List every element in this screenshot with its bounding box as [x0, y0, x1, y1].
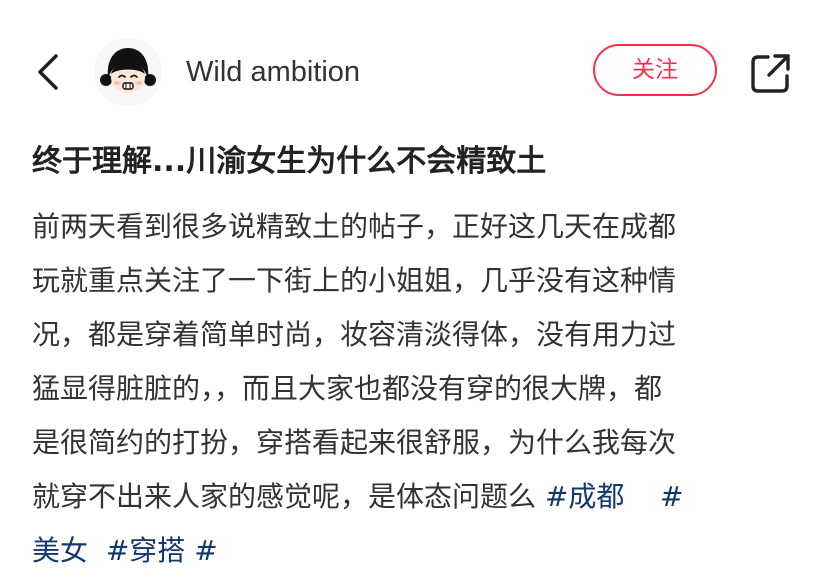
hashtag-chengdu[interactable]: #成都 — [545, 480, 624, 513]
hashtag-mark[interactable]: # — [660, 480, 683, 513]
post-body-line: 玩就重点关注了一下街上的小姐姐，几乎没有这种情 — [32, 264, 677, 297]
share-button[interactable] — [748, 50, 794, 96]
back-button[interactable] — [28, 50, 72, 94]
post-tags-line: 美女 #穿搭 # — [32, 524, 802, 578]
post-title: 终于理解...川渝女生为什么不会精致土 — [32, 144, 547, 179]
post-body-line: 前两天看到很多说精致土的帖子，正好这几天在成都 — [32, 210, 677, 243]
post-body-line: 况，都是穿着简单时尚，妆容清淡得体，没有用力过 — [32, 318, 677, 351]
hashtag-meinv[interactable]: 美女 — [32, 534, 88, 567]
post-header: Wild ambition 关注 — [0, 0, 828, 140]
post-body: 前两天看到很多说精致土的帖子，正好这几天在成都 玩就重点关注了一下街上的小姐姐，… — [32, 200, 802, 578]
post-body-line: 是很简约的打扮，穿搭看起来很舒服，为什么我每次 — [32, 426, 677, 459]
chevron-left-icon — [38, 54, 58, 90]
avatar[interactable] — [94, 38, 162, 106]
post-body-line-with-tag: 就穿不出来人家的感觉呢，是体态问题么 #成都 # — [32, 470, 802, 524]
post-body-text: 就穿不出来人家的感觉呢，是体态问题么 — [32, 480, 545, 513]
share-external-icon — [751, 54, 790, 93]
follow-button[interactable]: 关注 — [593, 44, 717, 96]
hashtag-mark[interactable]: # — [194, 534, 217, 567]
post-body-line: 猛显得脏脏的，，而且大家也都没有穿的很大牌，都 — [32, 372, 663, 405]
avatar-face-icon — [94, 38, 162, 106]
author-name[interactable]: Wild ambition — [186, 54, 360, 90]
hashtag-chuanda[interactable]: #穿搭 — [106, 534, 185, 567]
